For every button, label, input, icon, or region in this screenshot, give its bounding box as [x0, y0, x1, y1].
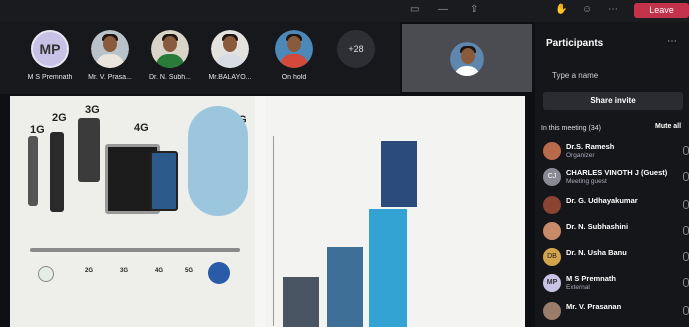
avatar: [275, 30, 313, 68]
participant-name: Mr. V. Prasa...: [88, 74, 132, 81]
more-participants-badge: +28: [337, 30, 375, 68]
phone-1g: [28, 136, 38, 206]
participant-name: M S Premnath: [566, 274, 617, 283]
gen-label: 1G: [30, 124, 45, 136]
timeline-node: [208, 262, 230, 284]
avatar: [543, 142, 561, 160]
avatar: [151, 30, 189, 68]
phone-3g: [78, 118, 100, 182]
mute-all-button[interactable]: Mute all: [655, 123, 681, 130]
timeline-node: [38, 266, 54, 282]
mic-icon: [683, 146, 689, 155]
participant-name: Dr.S. Ramesh: [566, 142, 615, 151]
growth-figure: [265, 96, 525, 327]
search-input[interactable]: Type a name: [543, 67, 689, 85]
participant-tile[interactable]: Mr. V. Prasa...: [78, 30, 142, 81]
timeline-label: 3G: [120, 268, 129, 274]
share-icon[interactable]: ⇪: [470, 4, 478, 15]
participant-name: On hold: [281, 74, 307, 81]
participant-role: Organizer: [566, 152, 595, 159]
raise-hand-icon[interactable]: ✋: [555, 4, 567, 15]
mic-icon: [683, 278, 689, 287]
participant-tile[interactable]: MP M S Premnath: [18, 30, 82, 81]
phone-4g: [150, 151, 178, 211]
mic-icon: [683, 172, 689, 181]
participant-row[interactable]: Mr. V. Prasanan: [543, 300, 689, 326]
video-strip: MP M S Premnath Mr. V. Prasa... Dr. N. S…: [0, 22, 400, 94]
more-icon[interactable]: ⋯: [608, 4, 618, 15]
mic-icon: [683, 306, 689, 315]
participant-name: M S Premnath: [27, 74, 73, 81]
participant-row[interactable]: MP M S Premnath External: [543, 272, 689, 298]
participant-tile[interactable]: On hold: [262, 30, 326, 81]
avatar: [543, 196, 561, 214]
participant-role: Meeting guest: [566, 178, 607, 185]
timeline-label: 4G: [155, 268, 164, 274]
panel-title: Participants: [546, 38, 604, 49]
avatar: CJ: [543, 168, 561, 186]
participant-role: External: [566, 284, 590, 291]
avatar: [543, 222, 561, 240]
timeline-label: 2G: [85, 268, 94, 274]
in-meeting-header[interactable]: In this meeting (34): [541, 125, 601, 132]
participant-name: Dr. G. Udhayakumar: [566, 196, 638, 205]
overflow-tile[interactable]: +28: [324, 30, 388, 68]
mobile-generations-figure: 1G 2G 3G 4G 5G 2G 3G 4G 5G: [10, 96, 255, 327]
stage-bar-top: [381, 141, 417, 207]
stage-bar: [327, 247, 363, 327]
avatar: MP: [31, 30, 69, 68]
participant-row[interactable]: Dr. G. Udhayakumar: [543, 194, 689, 220]
participant-name: Mr. V. Prasanan: [566, 302, 622, 311]
timeline-label: 5G: [185, 268, 194, 274]
shared-slide: 1G 2G 3G 4G 5G 2G 3G 4G 5G: [10, 96, 525, 327]
active-video-tile[interactable]: [402, 24, 532, 92]
mic-icon: [683, 200, 689, 209]
participant-tile[interactable]: Mr.BALAYO...: [198, 30, 262, 81]
leave-button[interactable]: Leave: [634, 3, 689, 18]
mic-icon[interactable]: —: [438, 4, 448, 15]
participant-row[interactable]: Dr.S. Ramesh Organizer: [543, 140, 689, 166]
mic-icon: [683, 226, 689, 235]
participant-name: Dr. N. Subh...: [148, 74, 192, 81]
participant-name: Dr. N. Usha Banu: [566, 248, 627, 257]
phone-2g: [50, 132, 64, 212]
gen-label: 2G: [52, 112, 67, 124]
participant-row[interactable]: CJ CHARLES VINOTH J (Guest) Meeting gues…: [543, 166, 689, 192]
stage-bar: [369, 209, 407, 327]
participant-row[interactable]: DB Dr. N. Usha Banu: [543, 246, 689, 272]
participant-name: Dr. N. Subhashini: [566, 222, 629, 231]
timeline-bar: [30, 248, 240, 252]
gen-label: 3G: [85, 104, 100, 116]
iot-5g: [188, 106, 248, 216]
participant-row[interactable]: Dr. N. Subhashini: [543, 220, 689, 246]
participant-name: Mr.BALAYO...: [208, 74, 252, 81]
axis-line: [273, 136, 274, 326]
mic-icon: [683, 252, 689, 261]
avatar: [91, 30, 129, 68]
avatar: MP: [543, 274, 561, 292]
participants-panel: Participants ⋯ Type a name Share invite …: [535, 22, 689, 327]
reactions-icon[interactable]: ☺: [582, 4, 592, 15]
avatar: DB: [543, 248, 561, 266]
participant-tile[interactable]: Dr. N. Subh...: [138, 30, 202, 81]
stage-bar: [283, 277, 319, 327]
share-invite-button[interactable]: Share invite: [543, 92, 683, 110]
avatar: [543, 302, 561, 320]
more-options-icon[interactable]: ⋯: [667, 36, 677, 47]
meeting-toolbar: ▭ — ⇪ ✋ ☺ ⋯ Leave: [0, 0, 689, 22]
camera-icon[interactable]: ▭: [410, 4, 419, 15]
gen-label: 4G: [134, 122, 149, 134]
avatar: [450, 42, 484, 76]
avatar: [211, 30, 249, 68]
participant-name: CHARLES VINOTH J (Guest): [566, 168, 668, 177]
